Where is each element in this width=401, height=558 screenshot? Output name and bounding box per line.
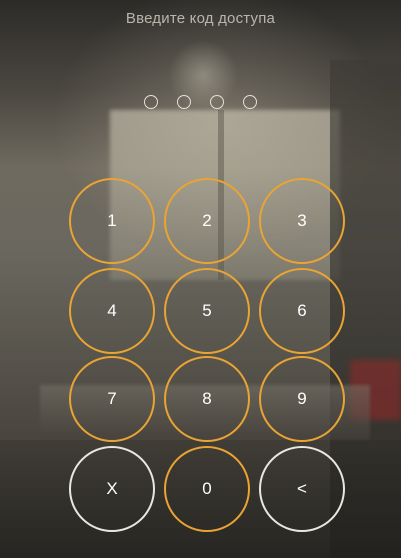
key-1[interactable]: 1 <box>69 178 155 264</box>
key-8[interactable]: 8 <box>164 356 250 442</box>
pin-dot <box>144 95 158 109</box>
key-9[interactable]: 9 <box>259 356 345 442</box>
key-3[interactable]: 3 <box>259 178 345 264</box>
key-2[interactable]: 2 <box>164 178 250 264</box>
page-title: Введите код доступа <box>125 10 276 27</box>
pin-dot <box>210 95 224 109</box>
key-4[interactable]: 4 <box>69 268 155 354</box>
key-0[interactable]: 0 <box>164 446 250 532</box>
clear-button[interactable]: X <box>69 446 155 532</box>
background-red-object <box>350 360 401 420</box>
key-6[interactable]: 6 <box>259 268 345 354</box>
pin-indicator <box>0 95 401 109</box>
key-5[interactable]: 5 <box>164 268 250 354</box>
backspace-button[interactable]: < <box>259 446 345 532</box>
lock-screen: Введите код доступа 1 2 3 4 5 6 7 8 9 X … <box>0 0 401 558</box>
key-7[interactable]: 7 <box>69 356 155 442</box>
pin-dot <box>243 95 257 109</box>
pin-dot <box>177 95 191 109</box>
